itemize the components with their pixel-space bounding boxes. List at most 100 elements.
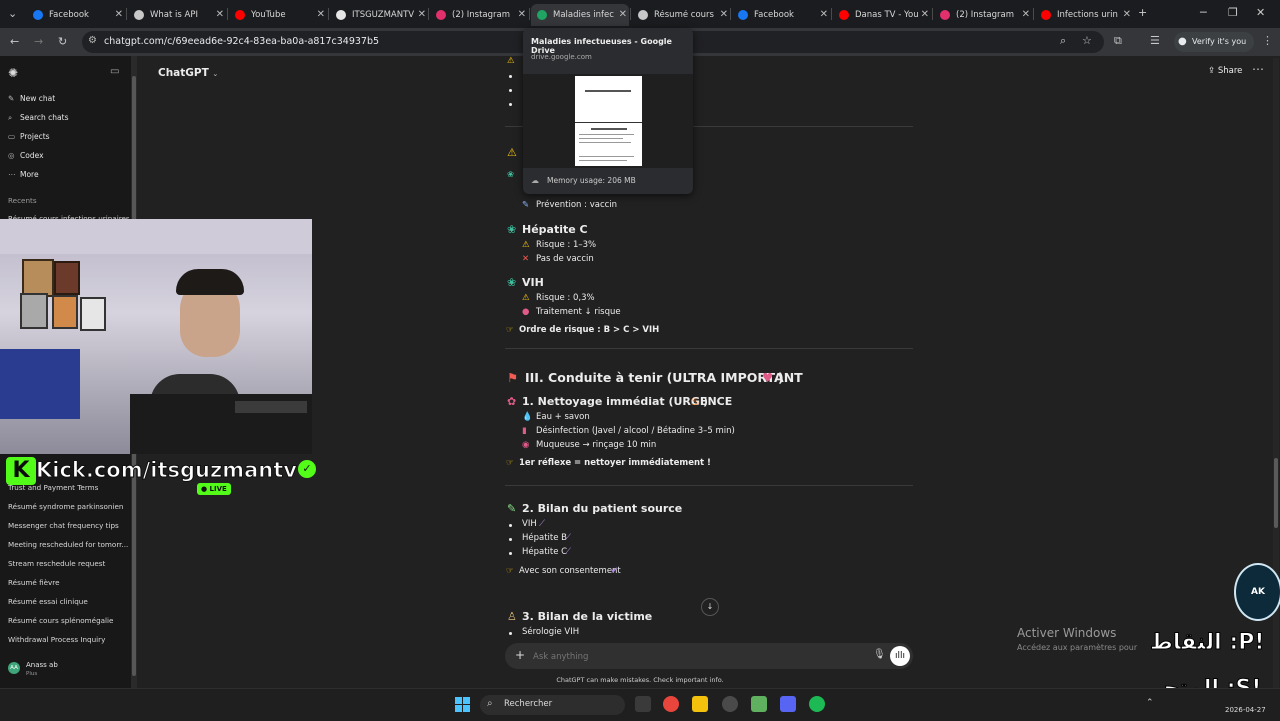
tab-close-icon[interactable]: ✕ [921,9,929,20]
browser-tab[interactable]: Facebook ✕ [27,4,125,26]
syringe-icon: ⟋ [565,547,571,557]
file-explorer-icon[interactable] [692,696,708,712]
hover-card-preview [523,74,693,168]
browser-tab[interactable]: Facebook ✕ [732,4,830,26]
memory-icon: ☁ [531,176,539,185]
tab-close-icon[interactable]: ✕ [317,9,325,20]
warning-icon: ⚠ [507,146,517,159]
browser-tab[interactable]: ITSGUZMANTV ✕ [330,4,428,26]
browser-tab[interactable]: (2) Instagram ✕ [430,4,528,26]
sidebar-item-codex[interactable]: ◎ Codex [8,151,44,160]
spotify-icon[interactable] [809,696,825,712]
webcam-overlay [0,219,312,454]
tab-close-icon[interactable]: ✕ [619,9,627,20]
sidebar-item-new-chat[interactable]: ✎ New chat [8,94,55,103]
model-selector[interactable]: ChatGPT ⌄ [158,67,218,79]
tab-close-icon[interactable]: ✕ [1123,9,1131,20]
recent-chat-item[interactable]: Meeting rescheduled for tomorr... [8,540,128,549]
list-bullet [509,75,512,78]
browser-tab[interactable]: Infections urin ✕ [1035,4,1133,26]
minimize-icon[interactable]: ─ [1200,6,1207,19]
browser-tab[interactable]: Maladies infec ✕ [531,4,629,26]
obs-icon[interactable] [722,696,738,712]
tab-groups-icon[interactable]: ☰ [1150,34,1160,47]
ak-badge-text: AK [1251,587,1265,597]
reflexe-text: 1er réflexe = nettoyer immédiatement ! [519,458,711,468]
task-view-icon[interactable] [635,696,651,712]
chat-input[interactable] [531,648,835,665]
reload-icon[interactable]: ↻ [58,35,67,48]
recent-chat-item[interactable]: Résumé fièvre [8,578,60,587]
extensions-icon[interactable]: ⧉ [1114,34,1122,48]
bilan-source-item: VIH [522,519,537,529]
bilan-victime-title: 3. Bilan de la victime [522,610,653,623]
hover-card-domain: drive.google.com [531,53,592,61]
nettoyage-title: 1. Nettoyage immédiat (URGENCE [522,395,733,408]
back-icon[interactable]: ← [10,35,19,48]
tab-close-icon[interactable]: ✕ [820,9,828,20]
tab-close-icon[interactable]: ✕ [720,9,728,20]
android-app-icon[interactable] [751,696,767,712]
chatgpt-logo-icon[interactable]: ✺ [8,66,18,80]
microphone-icon[interactable]: 🎙 [873,649,886,660]
tab-label: Facebook [49,10,89,20]
syringe-icon: ⟋ [565,533,571,543]
tab-close-icon[interactable]: ✕ [216,9,224,20]
chrome-icon[interactable] [663,696,679,712]
tab-hover-card: Maladies infectueuses - Google Drive dri… [523,28,693,194]
restore-icon[interactable]: ❐ [1228,6,1238,19]
recent-chat-item[interactable]: Résumé essai clinique [8,597,88,606]
bilan-source-item: Hépatite C [522,547,568,557]
tab-separator [328,8,329,20]
syringe-icon: ✎ [522,200,530,210]
verified-check-icon: ✓ [298,460,316,478]
tab-close-icon[interactable]: ✕ [418,9,426,20]
discord-icon[interactable] [780,696,796,712]
tab-close-icon[interactable]: ✕ [1022,9,1030,20]
url-text[interactable]: chatgpt.com/c/69eead6e-92c4-83ea-ba0a-a8… [104,36,379,47]
tray-chevron-icon[interactable]: ⌃ [1146,698,1154,708]
tab-favicon-icon [33,10,43,20]
browser-menu-icon[interactable]: ⋮ [1262,34,1273,47]
tab-close-icon[interactable]: ✕ [115,9,123,20]
recent-chat-item[interactable]: Messenger chat frequency tips [8,521,119,530]
windows-start-icon[interactable] [455,697,471,713]
verify-button[interactable]: ● Verify it's you [1174,32,1255,52]
avatar[interactable]: AA [8,662,20,674]
close-window-icon[interactable]: ✕ [1256,6,1265,19]
browser-tab[interactable]: What is API ✕ [128,4,226,26]
zoom-icon[interactable]: ⌕ [1060,34,1066,48]
section3-close-paren: ) [778,370,784,385]
droplet-icon: 💧 [522,412,533,422]
tab-favicon-icon [134,10,144,20]
voice-mode-button[interactable]: ıllı [890,646,910,666]
more-options-icon[interactable]: ⋯ [1252,62,1264,76]
browser-tab[interactable]: Résumé cours ✕ [632,4,730,26]
site-info-icon[interactable]: ⚙ [88,35,97,46]
recent-chat-item[interactable]: Withdrawal Process Inquiry [8,635,105,644]
tab-search-icon[interactable]: ⌄ [8,7,17,20]
recent-chat-item[interactable]: Stream reschedule request [8,559,105,568]
browser-tab[interactable]: (2) Instagram ✕ [934,4,1032,26]
tab-close-icon[interactable]: ✕ [518,9,526,20]
new-tab-icon[interactable]: + [1138,6,1147,19]
tab-favicon-icon [940,10,950,20]
scroll-down-button[interactable]: ↓ [701,598,719,616]
user-name[interactable]: Anass ab [26,661,58,669]
browser-tab[interactable]: YouTube ✕ [229,4,327,26]
forward-icon[interactable]: → [34,35,43,48]
bookmark-star-icon[interactable]: ☆ [1082,34,1092,47]
share-button[interactable]: ⇪ Share [1208,66,1242,76]
recent-chat-item[interactable]: Résumé syndrome parkinsonien [8,502,123,511]
recent-chat-item[interactable]: Résumé cours splénomégalie [8,616,113,625]
plus-icon[interactable]: + [515,648,525,662]
toggle-sidebar-icon[interactable]: ▭ [110,66,119,77]
sidebar-item-projects[interactable]: ▭ Projects [8,132,50,141]
browser-tab[interactable]: Danas TV - You ✕ [833,4,931,26]
tab-strip: ⌄ Facebook ✕ What is API ✕ YouTube ✕ ITSGUZMAN… [0,0,1280,28]
main-scroll-thumb[interactable] [1274,458,1278,528]
memory-usage: Memory usage: 206 MB [547,176,636,185]
taskbar-search[interactable]: ⌕ Rechercher [480,695,625,715]
sidebar-item-more[interactable]: ⋯ More [8,170,39,179]
sidebar-item-search-chats[interactable]: ⌕ Search chats [8,113,68,123]
